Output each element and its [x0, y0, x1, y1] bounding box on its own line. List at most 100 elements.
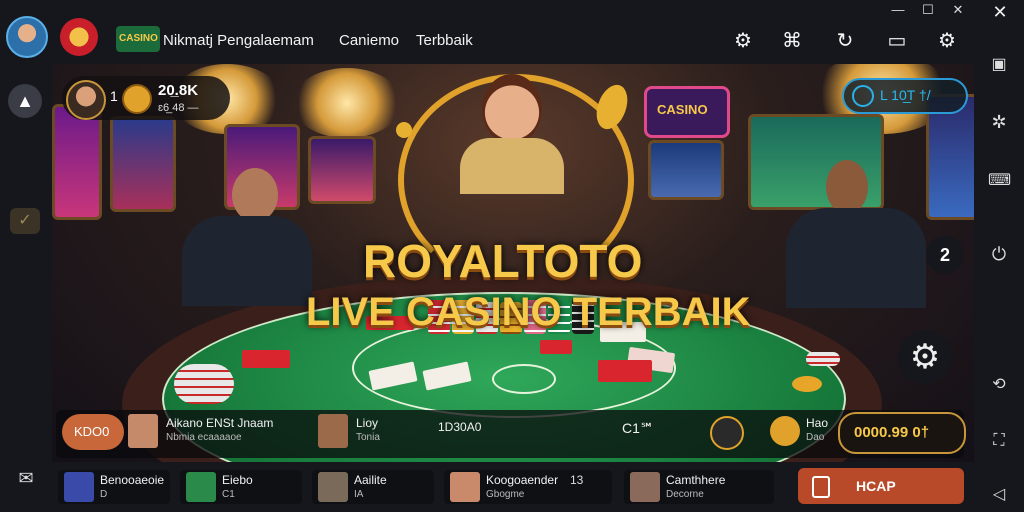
- player-sub-4: Gbogme: [486, 489, 525, 500]
- cta-label: HCAP: [856, 478, 896, 494]
- game-stage: CASINO ROYALTOTO LIVE CASINO TERBAIK 1 2…: [52, 64, 974, 462]
- slot-machine-4: [308, 136, 376, 204]
- player-card-4[interactable]: Koogoaender Gbogme 13: [444, 470, 612, 504]
- player-name-5: Camthhere: [666, 473, 726, 487]
- player1-name: Aikano ENSt Jnaam: [166, 416, 274, 430]
- player-name-2: Eiebo: [222, 473, 253, 487]
- back-icon[interactable]: ◁: [988, 484, 1010, 506]
- slot-screen-right-1: [648, 140, 724, 200]
- hero-title: ROYALTOTO: [363, 235, 643, 287]
- casino-logo-icon[interactable]: [60, 18, 98, 56]
- gold-coin-left: [396, 122, 412, 138]
- gear-icon[interactable]: ⚙: [934, 28, 960, 54]
- dealer: [452, 74, 572, 194]
- player-card-2[interactable]: Eiebo C1: [180, 470, 302, 504]
- check-icon[interactable]: ✓: [10, 208, 40, 234]
- coin-icon: [122, 84, 152, 114]
- player-name-4: Koogoaender: [486, 473, 559, 487]
- table-settings-icon[interactable]: ⚙: [898, 330, 952, 384]
- player-count: C1℠: [622, 420, 655, 436]
- total-amount: 0000.99 0†: [854, 424, 930, 441]
- user-avatar[interactable]: [6, 16, 48, 58]
- keyboard-icon[interactable]: ⌨: [988, 170, 1011, 192]
- player-sub-1: D: [100, 489, 108, 500]
- chandelier-center: [292, 68, 402, 138]
- message-icon[interactable]: ✉: [14, 468, 38, 490]
- coin-sub: Dao: [806, 432, 825, 443]
- player-card-5[interactable]: Camthhere Decorne: [624, 470, 774, 504]
- chip-stack-far-right: [806, 352, 840, 366]
- player2-name: Lioy: [356, 416, 379, 430]
- player-avatar-1: [64, 472, 94, 502]
- left-action-label: KDO0: [74, 424, 110, 439]
- left-action-button[interactable]: KDO0: [62, 414, 124, 450]
- player2-sub: Tonia: [356, 432, 380, 443]
- player-tag-4: 13: [570, 473, 584, 487]
- gold-coin-table: [792, 376, 822, 392]
- bet-square-3: [598, 360, 652, 382]
- minimize-button[interactable]: —: [888, 2, 908, 18]
- rotate-icon[interactable]: ⟲: [988, 374, 1010, 396]
- screenshot-icon[interactable]: ▣: [988, 54, 1010, 76]
- player-avatar-2: [186, 472, 216, 502]
- player1-sub: Nbmia ecaaaaoe: [166, 432, 242, 443]
- chat-icon[interactable]: ▭: [884, 28, 910, 54]
- player-sub-2: C1: [222, 489, 235, 500]
- clock-icon: [852, 85, 874, 107]
- maximize-button[interactable]: ☐: [918, 2, 938, 18]
- player-card-3[interactable]: Aailite IA: [312, 470, 434, 504]
- bet-square-2: [242, 350, 290, 368]
- top-bar: CASINO Nikmatj Pengalaemam Caniemo Terbb…: [0, 0, 1024, 64]
- cta-icon: [812, 476, 830, 498]
- round-code: 1D30A0: [438, 420, 482, 434]
- balance-amount: 20̲.8K: [158, 82, 199, 99]
- hero-subtitle: LIVE CASINO TERBAIK: [306, 290, 751, 334]
- casino-sign: CASINO: [644, 86, 730, 138]
- page-title: Nikmatj Pengalaemam: [163, 32, 314, 49]
- menu-item-best[interactable]: Terbbaik: [416, 32, 473, 49]
- jackpot-icon[interactable]: [710, 416, 744, 450]
- navigate-icon[interactable]: ▲: [8, 84, 42, 118]
- timer-pill[interactable]: L 10̲T †/: [842, 78, 968, 114]
- fullscreen-icon[interactable]: ⛶: [988, 432, 1010, 454]
- close-small-button[interactable]: ✕: [948, 2, 968, 18]
- brand-logo: CASINO: [116, 26, 160, 52]
- chip-stack-left: [174, 364, 234, 404]
- power-icon[interactable]: ⏻: [988, 244, 1010, 266]
- cta-button[interactable]: HCAP: [798, 468, 964, 504]
- balance-level: 1: [110, 88, 118, 104]
- balance-avatar: [66, 80, 106, 120]
- timer-label: L 10̲T †/: [880, 87, 931, 103]
- coin-stack-icon: [770, 416, 800, 446]
- player-avatar-3: [318, 472, 348, 502]
- player2-avatar: [318, 414, 348, 448]
- slot-machine-left: [52, 104, 102, 220]
- coin-label: Hao: [806, 416, 829, 430]
- left-sidebar: ▲ ✓ ✉: [0, 64, 52, 512]
- right-sidebar: ✕ ▣ ✲ ⌨ ⏻ ⟲ ⛶ ◁: [974, 2, 1024, 512]
- menu-item-casino[interactable]: Caniemo: [339, 32, 399, 49]
- player-sub-5: Decorne: [666, 489, 704, 500]
- gamepad-icon[interactable]: ⌘: [779, 28, 805, 54]
- settings-gear-icon[interactable]: ⚙: [730, 28, 756, 54]
- plugins-icon[interactable]: ✲: [988, 112, 1010, 134]
- player-sub-3: IA: [354, 489, 364, 500]
- brand-logo-text: CASINO: [119, 33, 158, 44]
- player-avatar-4: [450, 472, 480, 502]
- balance-sub: ɛ6̲ 48 —: [158, 102, 199, 114]
- player-card-1[interactable]: Benooaeoie D: [58, 470, 170, 504]
- player-name-3: Aailite: [354, 473, 387, 487]
- felt-center-circle: [492, 364, 556, 394]
- casino-sign-text: CASINO: [657, 102, 708, 117]
- player-avatar-5: [630, 472, 660, 502]
- notification-count: 2: [939, 245, 950, 265]
- player1-avatar: [128, 414, 158, 448]
- player-right: [786, 160, 936, 310]
- notification-badge[interactable]: 2: [926, 236, 964, 274]
- player-left: [162, 168, 312, 308]
- total-amount-pill[interactable]: 0000.99 0†: [838, 412, 966, 454]
- player-name-1: Benooaeoie: [100, 473, 165, 487]
- window-close-icon[interactable]: ✕: [988, 2, 1012, 22]
- share-icon[interactable]: ↻: [832, 28, 858, 54]
- balance-chip[interactable]: 1 20̲.8K ɛ6̲ 48 —: [62, 76, 230, 120]
